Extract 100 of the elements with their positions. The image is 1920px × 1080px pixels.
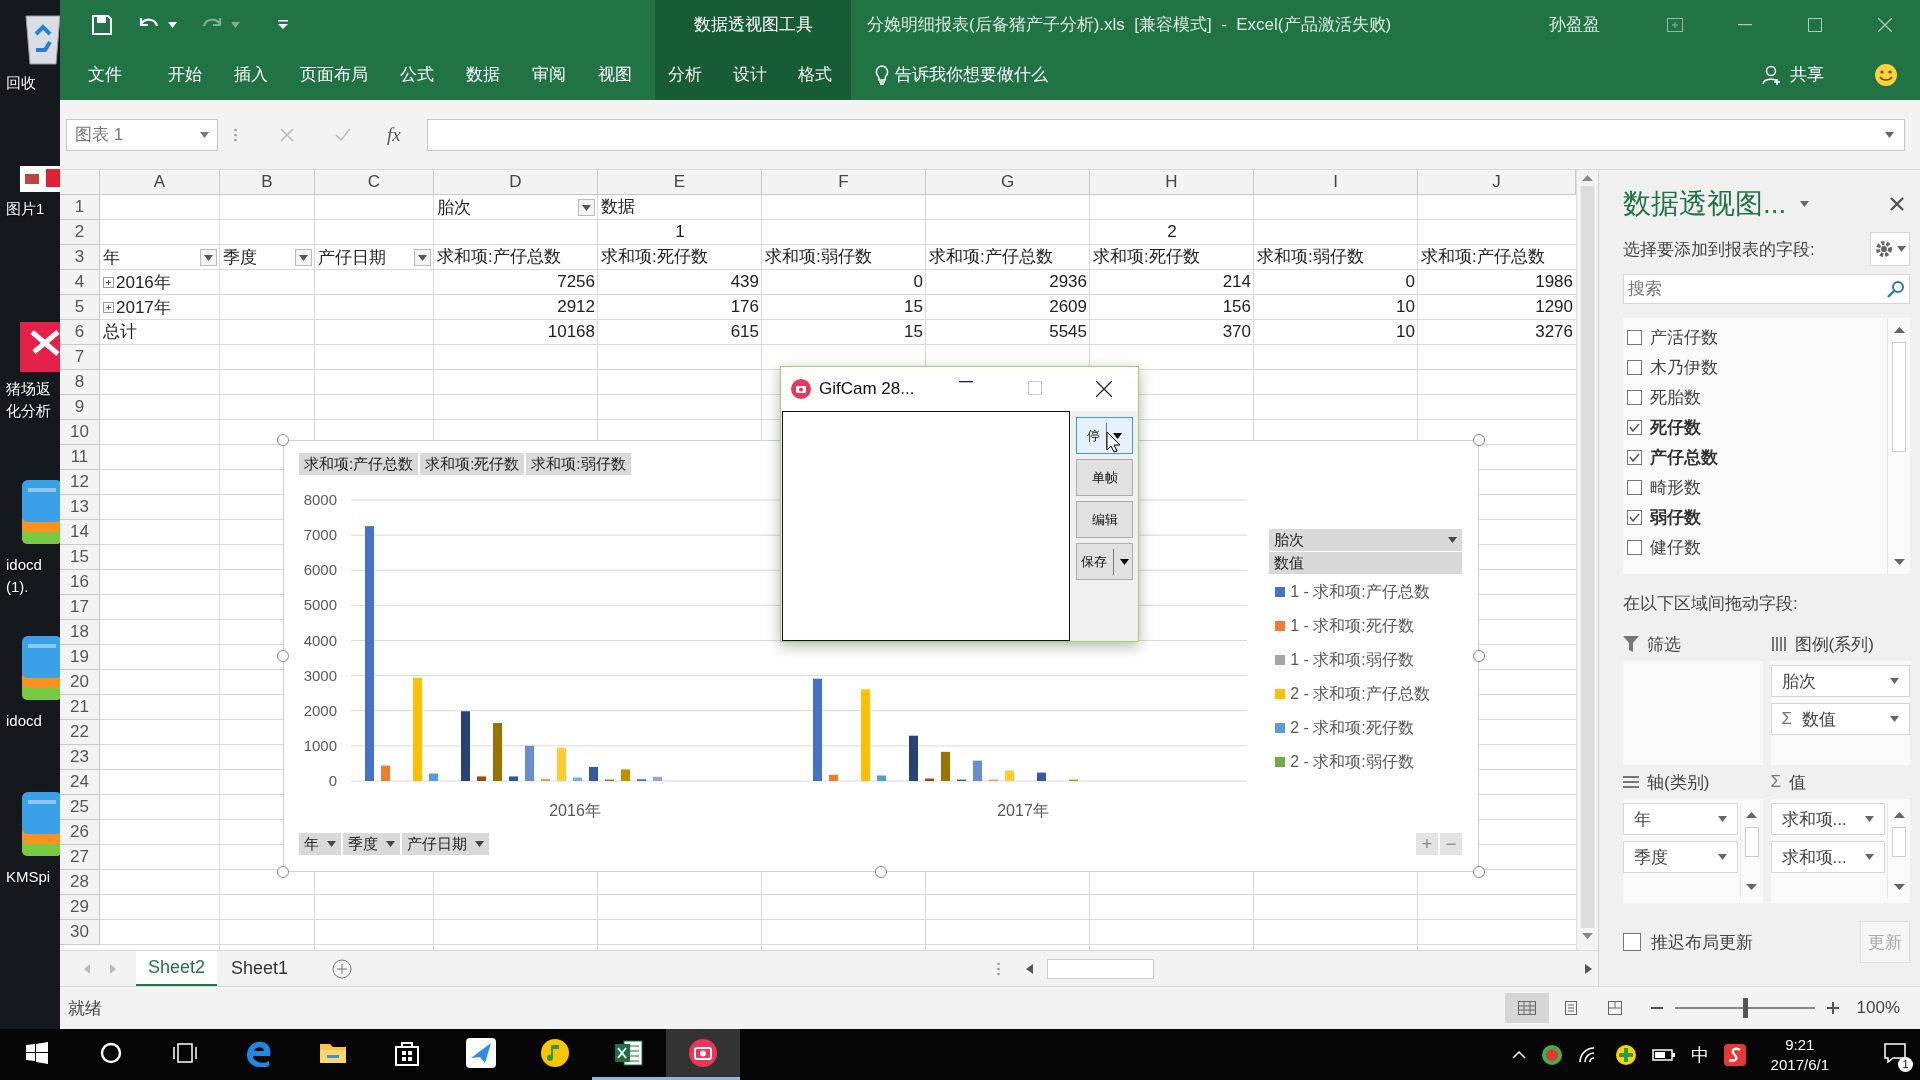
x-logo-app-icon[interactable] <box>20 322 60 372</box>
ribbon-tab[interactable]: 视图 <box>586 49 644 100</box>
show-hidden-icons[interactable] <box>1511 1050 1526 1059</box>
ribbon-tab[interactable]: 审阅 <box>520 49 578 100</box>
column-header[interactable]: D <box>434 170 598 195</box>
ribbon-tab[interactable]: 开始 <box>156 49 214 100</box>
row-header[interactable]: 15 <box>60 545 100 570</box>
row-header[interactable]: 21 <box>60 695 100 720</box>
desktop-icon-label[interactable]: idocd <box>6 710 42 732</box>
row-header[interactable]: 10 <box>60 420 100 445</box>
new-sheet-icon[interactable] <box>332 958 353 979</box>
row-header[interactable]: 20 <box>60 670 100 695</box>
splitter-dots-icon[interactable] <box>997 961 1000 976</box>
desktop-icon-label[interactable]: 回收 <box>6 72 36 94</box>
column-header[interactable]: C <box>315 170 434 195</box>
area-field-item[interactable]: 求和项... <box>1770 803 1885 835</box>
share-button[interactable]: 共享 <box>1790 63 1824 86</box>
column-header[interactable]: B <box>220 170 315 195</box>
row-header[interactable]: 3 <box>60 245 100 270</box>
row-header[interactable]: 17 <box>60 595 100 620</box>
save-icon[interactable] <box>92 14 112 35</box>
picture-thumbnail-icon[interactable] <box>20 166 60 192</box>
zoom-slider-thumb[interactable] <box>1742 998 1748 1018</box>
spreadsheet-x-icon[interactable] <box>615 1040 643 1066</box>
bar[interactable] <box>909 735 918 781</box>
bar[interactable] <box>941 751 950 781</box>
chart-field-button[interactable]: 求和项:死仔数 <box>420 453 525 475</box>
row-header[interactable]: 11 <box>60 445 100 470</box>
s-logo-icon[interactable] <box>1723 1043 1746 1066</box>
zoom-in-icon[interactable] <box>1826 1002 1839 1014</box>
gifcam-button[interactable]: 停 <box>1076 417 1133 454</box>
row-header[interactable]: 9 <box>60 395 100 420</box>
scroll-up-button[interactable] <box>1893 811 1905 819</box>
area-field-item[interactable]: 求和项... <box>1770 841 1885 873</box>
field-label[interactable]: 产活仔数 <box>1650 325 1718 349</box>
axis-field-button[interactable]: 产仔日期 <box>402 833 489 855</box>
column-header[interactable]: H <box>1090 170 1254 195</box>
row-header[interactable]: 29 <box>60 895 100 920</box>
checkbox[interactable] <box>1627 539 1642 555</box>
row-header[interactable]: 16 <box>60 570 100 595</box>
filter-dropdown-button[interactable] <box>295 249 312 266</box>
taskbar-button[interactable] <box>666 1029 740 1080</box>
area-field-item[interactable]: 季度 <box>1623 841 1738 873</box>
scroll-left-button[interactable] <box>1026 963 1033 974</box>
bar[interactable] <box>925 778 934 781</box>
gifcam-button[interactable]: 单帧 <box>1076 459 1133 496</box>
column-header[interactable]: E <box>598 170 762 195</box>
task-view-icon[interactable] <box>172 1042 198 1064</box>
chart-field-button[interactable]: 求和项:产仔总数 <box>299 453 419 475</box>
scroll-down-button[interactable] <box>1582 932 1593 940</box>
field-label[interactable]: 畸形数 <box>1650 475 1701 499</box>
view-button[interactable] <box>1504 993 1549 1023</box>
zoom-level[interactable]: 100% <box>1856 998 1900 1018</box>
field-label[interactable]: 弱仔数 <box>1650 505 1701 529</box>
area-field-item[interactable]: Σ 数值 <box>1770 703 1910 735</box>
row-header[interactable]: 27 <box>60 845 100 870</box>
checkbox[interactable] <box>1627 449 1642 465</box>
column-header[interactable]: I <box>1254 170 1418 195</box>
checkbox[interactable] <box>1623 933 1641 951</box>
shopping-bag-icon[interactable] <box>395 1040 419 1066</box>
chart-field-button[interactable]: 求和项:弱仔数 <box>526 453 631 475</box>
scrollbar-thumb[interactable] <box>1892 342 1906 452</box>
field-label[interactable]: 死仔数 <box>1650 415 1701 439</box>
scroll-up-button[interactable] <box>1746 811 1757 819</box>
area-field-item[interactable]: 胎次 <box>1770 665 1910 697</box>
ribbon-tab[interactable]: 数据 <box>454 49 512 100</box>
expand-icon[interactable] <box>103 277 114 288</box>
scrollbar-thumb[interactable] <box>1047 958 1154 979</box>
field-label[interactable]: 木乃伊数 <box>1650 355 1718 379</box>
scroll-down-button[interactable] <box>1893 558 1905 566</box>
row-header[interactable]: 28 <box>60 870 100 895</box>
browser-e-icon[interactable] <box>245 1039 273 1067</box>
desktop-icon-label[interactable]: idocd (1). <box>6 554 42 598</box>
windows-start-icon[interactable] <box>26 1042 48 1064</box>
row-header[interactable]: 22 <box>60 720 100 745</box>
row-header[interactable]: 4 <box>60 270 100 295</box>
row-header[interactable]: 14 <box>60 520 100 545</box>
row-header[interactable]: 7 <box>60 345 100 370</box>
row-header[interactable]: 25 <box>60 795 100 820</box>
formula-input-field[interactable] <box>426 118 1905 151</box>
scroll-up-button[interactable] <box>1893 326 1905 334</box>
checkbox[interactable] <box>1627 419 1642 435</box>
row-header[interactable]: 19 <box>60 645 100 670</box>
ribbon-tab[interactable]: 公式 <box>388 49 446 100</box>
bar[interactable] <box>1037 772 1046 781</box>
row-header[interactable]: 24 <box>60 770 100 795</box>
shield-badge-icon[interactable] <box>1540 1043 1563 1066</box>
bar[interactable] <box>589 766 598 781</box>
enter-check-icon[interactable] <box>335 128 351 141</box>
axis-field-button[interactable]: 季度 <box>343 833 400 855</box>
checkbox[interactable] <box>1627 389 1642 405</box>
music-note-icon[interactable] <box>540 1038 570 1068</box>
field-label[interactable]: 死胎数 <box>1650 385 1701 409</box>
row-header[interactable]: 30 <box>60 920 100 945</box>
clock-time[interactable]: 9:21 <box>1785 1034 1815 1055</box>
maximize-icon[interactable] <box>1808 17 1822 32</box>
gifcam-button[interactable]: 保存 <box>1076 543 1133 580</box>
input-method-indicator[interactable]: 中 <box>1690 1042 1709 1067</box>
ribbon-tab[interactable]: 插入 <box>222 49 280 100</box>
legend-field-button[interactable]: 胎次 <box>1269 529 1462 551</box>
